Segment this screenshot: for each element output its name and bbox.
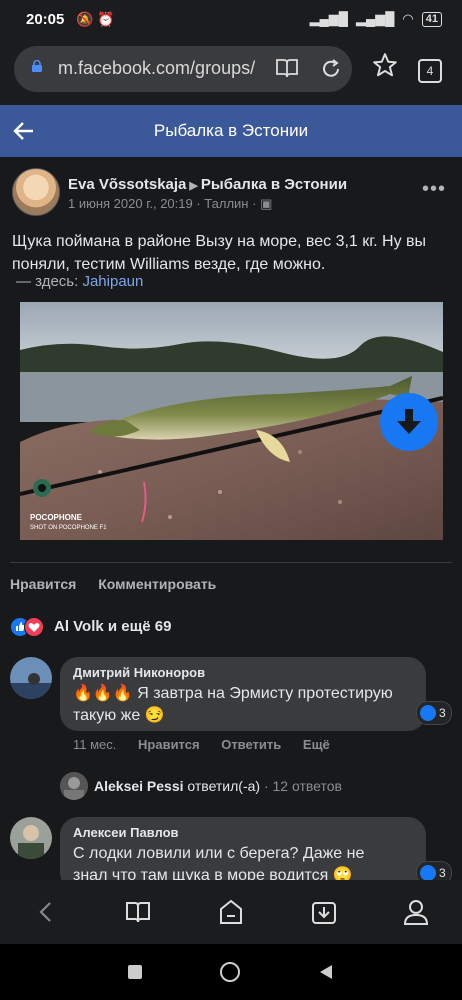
comment-author[interactable]: Алексеи Павлов (73, 825, 179, 840)
download-button[interactable] (380, 393, 438, 451)
back-arrow-icon[interactable] (12, 119, 36, 143)
alarm-icon: ⏰ (97, 11, 115, 27)
avatar-photo-image (10, 657, 52, 699)
love-reaction-icon (24, 617, 44, 637)
status-time: 20:05 (26, 11, 65, 28)
post-actions: Нравится Комментировать (10, 576, 234, 592)
watermark-brand: POCOPHONE (30, 513, 83, 522)
back-triangle-icon[interactable] (318, 963, 334, 981)
caret-right-icon: ▶ (189, 180, 198, 192)
post-location: — здесь: Jahipaun (16, 273, 143, 290)
post-timestamp[interactable]: 1 июня 2020 г., 20:19 · Таллин · (68, 196, 256, 211)
back-icon[interactable] (36, 900, 56, 924)
photo-watermark: POCOPHONE SHOT ON POCOPHONE F1 (30, 513, 107, 533)
comment-more-button[interactable]: Ещё (303, 737, 330, 752)
reply-author[interactable]: Aleksei Pessi (94, 778, 184, 794)
address-bar[interactable]: m.facebook.com/groups/ (14, 46, 352, 92)
url-text[interactable]: m.facebook.com/groups/ (58, 58, 255, 79)
status-right: ▂▄▆█ ▂▄▆█ ◠ 41 (310, 11, 442, 27)
post-divider (10, 562, 452, 563)
bookmarks-icon[interactable] (125, 900, 151, 924)
commenter-avatar[interactable] (10, 817, 52, 859)
battery-indicator: 41 (421, 11, 442, 27)
wifi-icon: ◠ (402, 11, 414, 26)
watermark-shot: SHOT ON POCOPHONE F1 (30, 525, 107, 531)
group-header: Рыбалка в Эстонии (0, 105, 462, 157)
like-reaction-icon (420, 705, 436, 721)
group-name[interactable]: Рыбалка в Эстонии (201, 176, 347, 193)
reply-summary: Aleksei Pessi ответил(-а) · 12 ответов (94, 778, 342, 794)
location-link[interactable]: Jahipaun (82, 273, 143, 290)
recents-icon[interactable] (128, 965, 142, 979)
avatar-photo-image (10, 817, 52, 859)
commenter-avatar[interactable] (10, 657, 52, 699)
like-button[interactable]: Нравится (10, 576, 76, 592)
signal-2-icon: ▂▄▆█ (355, 11, 395, 26)
lock-icon (32, 60, 42, 72)
mute-icon: 🔕 (76, 11, 94, 27)
home-circle-icon[interactable] (220, 962, 240, 982)
comment-actions: 11 мес. Нравится Ответить Ещё (73, 737, 348, 752)
reaction-count: 3 (439, 866, 446, 880)
comment-reply-button[interactable]: Ответить (221, 737, 281, 752)
comment-author[interactable]: Дмитрий Никоноров (73, 665, 205, 680)
home-icon[interactable] (218, 899, 244, 925)
reader-mode-icon[interactable] (276, 58, 298, 78)
comment-like-button[interactable]: Нравится (138, 737, 200, 752)
download-arrow-icon (397, 409, 421, 434)
signal-icon: ▂▄▆█ (309, 11, 348, 26)
author-name[interactable]: Eva Võssotskaja (68, 176, 186, 193)
browser-bottom-bar (0, 880, 462, 944)
status-icons: 🔕 ⏰ (76, 11, 115, 28)
reaction-count: 3 (439, 706, 446, 720)
more-options-icon[interactable]: ••• (422, 178, 446, 201)
status-bar: 20:05 🔕 ⏰ ▂▄▆█ ▂▄▆█ ◠ 41 (0, 0, 462, 40)
comment-line-1: Я завтра на Эрмисту протестирую (137, 685, 393, 702)
downloads-icon[interactable] (311, 899, 337, 925)
comment-bubble: Дмитрий Никоноров 🔥🔥🔥 Я завтра на Эрмист… (60, 657, 426, 731)
reload-icon[interactable] (320, 58, 342, 80)
author-avatar[interactable] (12, 168, 60, 216)
comment-time: 11 мес. (73, 737, 117, 752)
post-text: Щука поймана в районе Вызу на море, вес … (12, 233, 427, 273)
comment-reaction-badge[interactable]: 3 (416, 701, 452, 725)
reply-action: ответил(-а) (187, 778, 261, 794)
reply-avatar (60, 772, 88, 800)
profile-icon[interactable] (403, 898, 429, 926)
comment-button[interactable]: Комментировать (98, 576, 216, 592)
bookmark-star-icon[interactable] (372, 52, 398, 78)
comment-line-1: С лодки ловили или с берега? Даже не (73, 845, 365, 862)
fire-emoji: 🔥🔥🔥 (73, 685, 133, 702)
comment-line-2: такую же 😏 (73, 707, 165, 724)
system-nav-bar (0, 944, 462, 1000)
privacy-icon: ▣ (260, 196, 273, 211)
post-author-line: Eva Võssotskaja ▶ Рыбалка в Эстонии (68, 176, 347, 193)
location-prefix: — здесь: (16, 273, 79, 290)
reactions-text: Al Volk и ещё 69 (54, 618, 172, 635)
reply-count: · 12 ответов (263, 778, 342, 794)
comment-text: 🔥🔥🔥 Я завтра на Эрмисту протестирую таку… (73, 683, 418, 727)
post-meta: 1 июня 2020 г., 20:19 · Таллин · ▣ (68, 196, 272, 212)
like-reaction-icon (420, 865, 436, 881)
page-title: Рыбалка в Эстонии (153, 121, 309, 140)
tabs-count-button[interactable]: 4 (418, 59, 442, 83)
reply-avatar-image (60, 772, 88, 800)
